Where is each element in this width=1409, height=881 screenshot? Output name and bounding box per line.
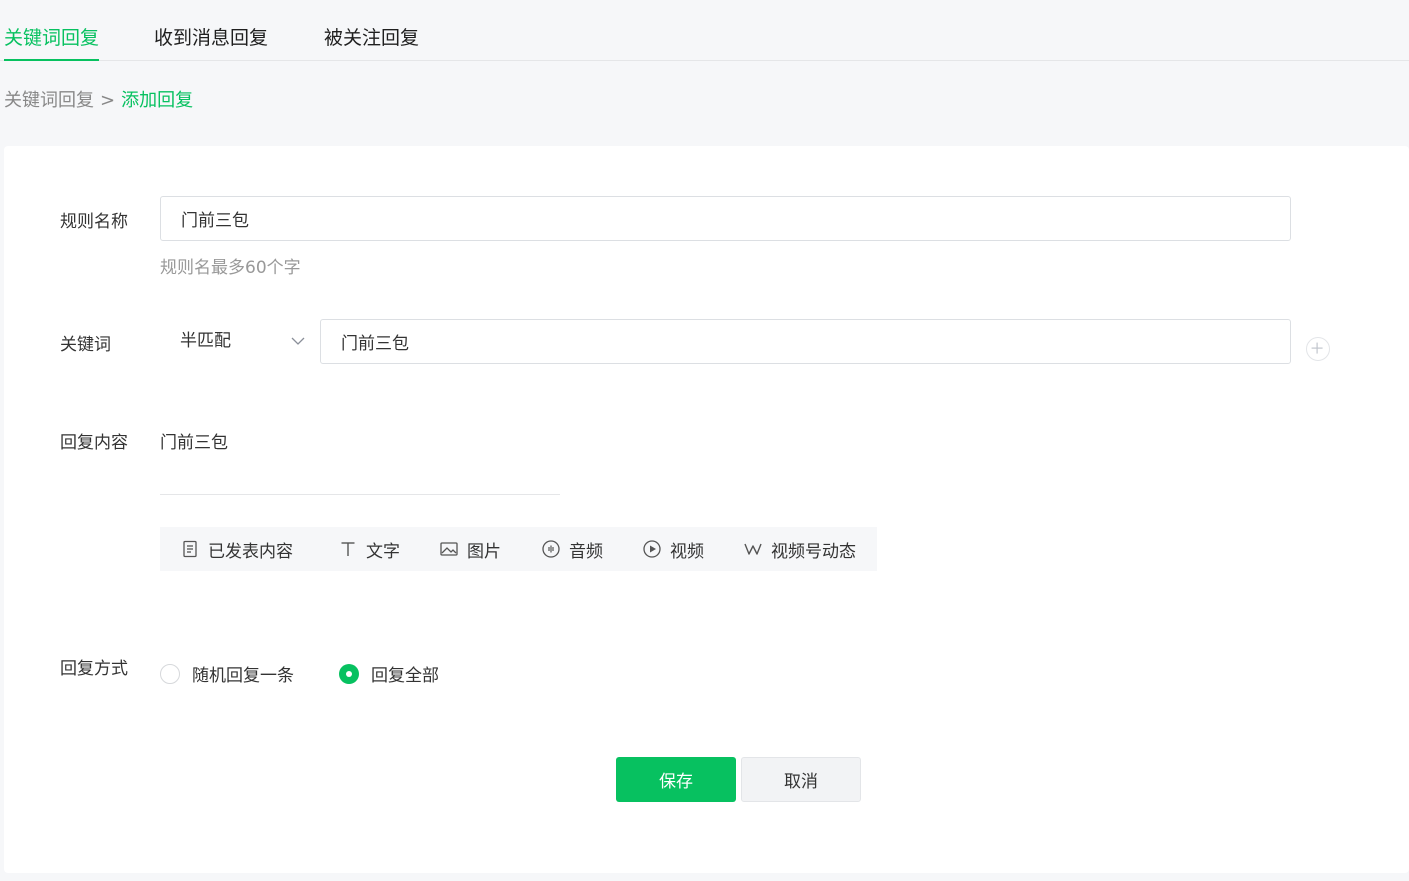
reply-content-divider	[160, 494, 560, 495]
cancel-button[interactable]: 取消	[741, 757, 861, 802]
toolbar-image[interactable]: 图片	[439, 527, 501, 571]
save-button[interactable]: 保存	[616, 757, 736, 802]
reply-type-toolbar: 已发表内容 文字 图片 音频 视频 视频号动态	[160, 527, 877, 571]
breadcrumb-current: 添加回复	[121, 90, 194, 111]
image-icon	[440, 542, 458, 556]
tab-message-reply[interactable]: 收到消息回复	[154, 24, 268, 52]
keyword-label: 关键词	[60, 335, 111, 355]
rule-name-input[interactable]	[160, 196, 1291, 241]
toolbar-published-content-label: 已发表内容	[208, 541, 293, 562]
form-card: 规则名称 规则名最多60个字 关键词 半匹配 回复内容 门前三包 已发表内容	[4, 146, 1409, 873]
audio-icon	[542, 540, 560, 558]
toolbar-text[interactable]: 文字	[338, 527, 400, 571]
toolbar-audio-label: 音频	[569, 541, 603, 562]
breadcrumb: 关键词回复 > 添加回复	[4, 88, 193, 114]
reply-content-label: 回复内容	[60, 433, 128, 453]
radio-random-reply[interactable]: 随机回复一条	[160, 661, 294, 686]
toolbar-published-content[interactable]: 已发表内容	[180, 527, 293, 571]
radio-random-reply-label: 随机回复一条	[192, 666, 294, 686]
channels-icon	[744, 543, 762, 555]
match-type-value: 半匹配	[180, 331, 231, 351]
rule-name-label: 规则名称	[60, 212, 128, 232]
plus-circle-icon	[1311, 342, 1323, 354]
match-type-select[interactable]: 半匹配	[160, 319, 320, 363]
radio-reply-all-label: 回复全部	[371, 666, 439, 686]
radio-reply-all[interactable]: 回复全部	[339, 661, 439, 686]
radio-random-reply-circle[interactable]	[160, 663, 180, 684]
toolbar-audio[interactable]: 音频	[541, 527, 603, 571]
keyword-input[interactable]	[320, 319, 1291, 364]
toolbar-channels[interactable]: 视频号动态	[743, 527, 856, 571]
radio-reply-all-circle[interactable]	[339, 663, 359, 684]
tab-bar: 关键词回复 收到消息回复 被关注回复	[0, 0, 1409, 61]
video-play-icon	[643, 540, 661, 558]
chevron-down-icon	[291, 337, 305, 345]
toolbar-video-label: 视频	[670, 541, 704, 562]
add-keyword-button[interactable]	[1306, 337, 1330, 361]
tab-follow-reply[interactable]: 被关注回复	[324, 24, 419, 52]
breadcrumb-separator: >	[100, 90, 116, 111]
document-icon	[183, 540, 197, 558]
toolbar-image-label: 图片	[467, 541, 501, 562]
tab-keyword-reply[interactable]: 关键词回复	[4, 24, 100, 61]
text-icon	[341, 542, 355, 556]
rule-name-hint: 规则名最多60个字	[160, 258, 301, 278]
breadcrumb-parent-link[interactable]: 关键词回复	[4, 90, 94, 111]
toolbar-video[interactable]: 视频	[642, 527, 704, 571]
reply-mode-label: 回复方式	[60, 659, 128, 679]
toolbar-text-label: 文字	[366, 541, 400, 562]
toolbar-channels-label: 视频号动态	[771, 541, 856, 562]
reply-content-text[interactable]: 门前三包	[160, 431, 228, 455]
